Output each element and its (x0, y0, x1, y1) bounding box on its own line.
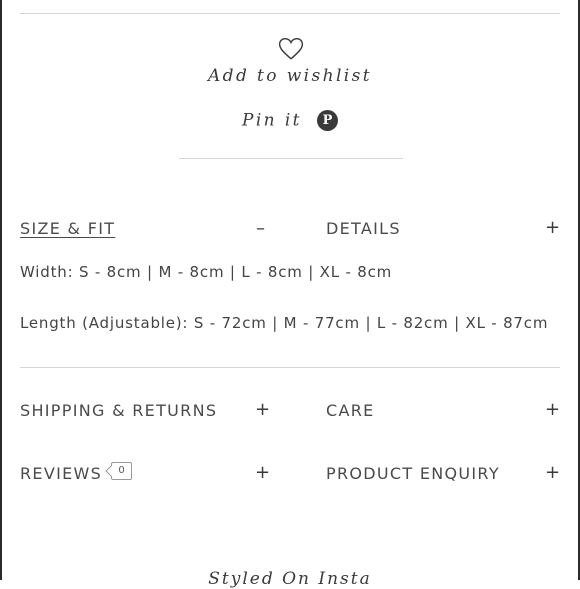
page-frame (0, 0, 580, 580)
tab-size-fit[interactable]: SIZE & FIT (20, 219, 115, 238)
size-fit-collapse-icon[interactable]: – (256, 218, 265, 239)
size-width-text: Width: S - 8cm | M - 8cm | L - 8cm | XL … (20, 263, 393, 281)
pin-it-link[interactable]: Pin it P (0, 110, 580, 131)
tab-shipping-returns[interactable]: SHIPPING & RETURNS (20, 401, 217, 420)
pin-it-label: Pin it (242, 110, 302, 131)
enquiry-expand-icon[interactable]: + (545, 462, 560, 483)
section-divider (20, 367, 560, 368)
care-expand-icon[interactable]: + (545, 399, 560, 420)
review-count-badge: 0 (111, 462, 132, 480)
tab-care[interactable]: CARE (326, 401, 375, 420)
details-expand-icon[interactable]: + (545, 217, 560, 238)
shipping-expand-icon[interactable]: + (255, 399, 270, 420)
top-divider (20, 13, 560, 14)
share-divider (179, 158, 403, 159)
tab-reviews[interactable]: REVIEWS (20, 464, 102, 483)
heart-icon[interactable] (278, 36, 304, 62)
tab-product-enquiry[interactable]: PRODUCT ENQUIRY (326, 464, 500, 483)
size-length-text: Length (Adjustable): S - 72cm | M - 77cm… (20, 314, 549, 332)
reviews-expand-icon[interactable]: + (255, 462, 270, 483)
tab-details[interactable]: DETAILS (326, 219, 401, 238)
add-to-wishlist-link[interactable]: Add to wishlist (0, 66, 580, 86)
pinterest-icon: P (317, 110, 338, 131)
styled-on-insta-heading: Styled On Insta (208, 569, 372, 589)
